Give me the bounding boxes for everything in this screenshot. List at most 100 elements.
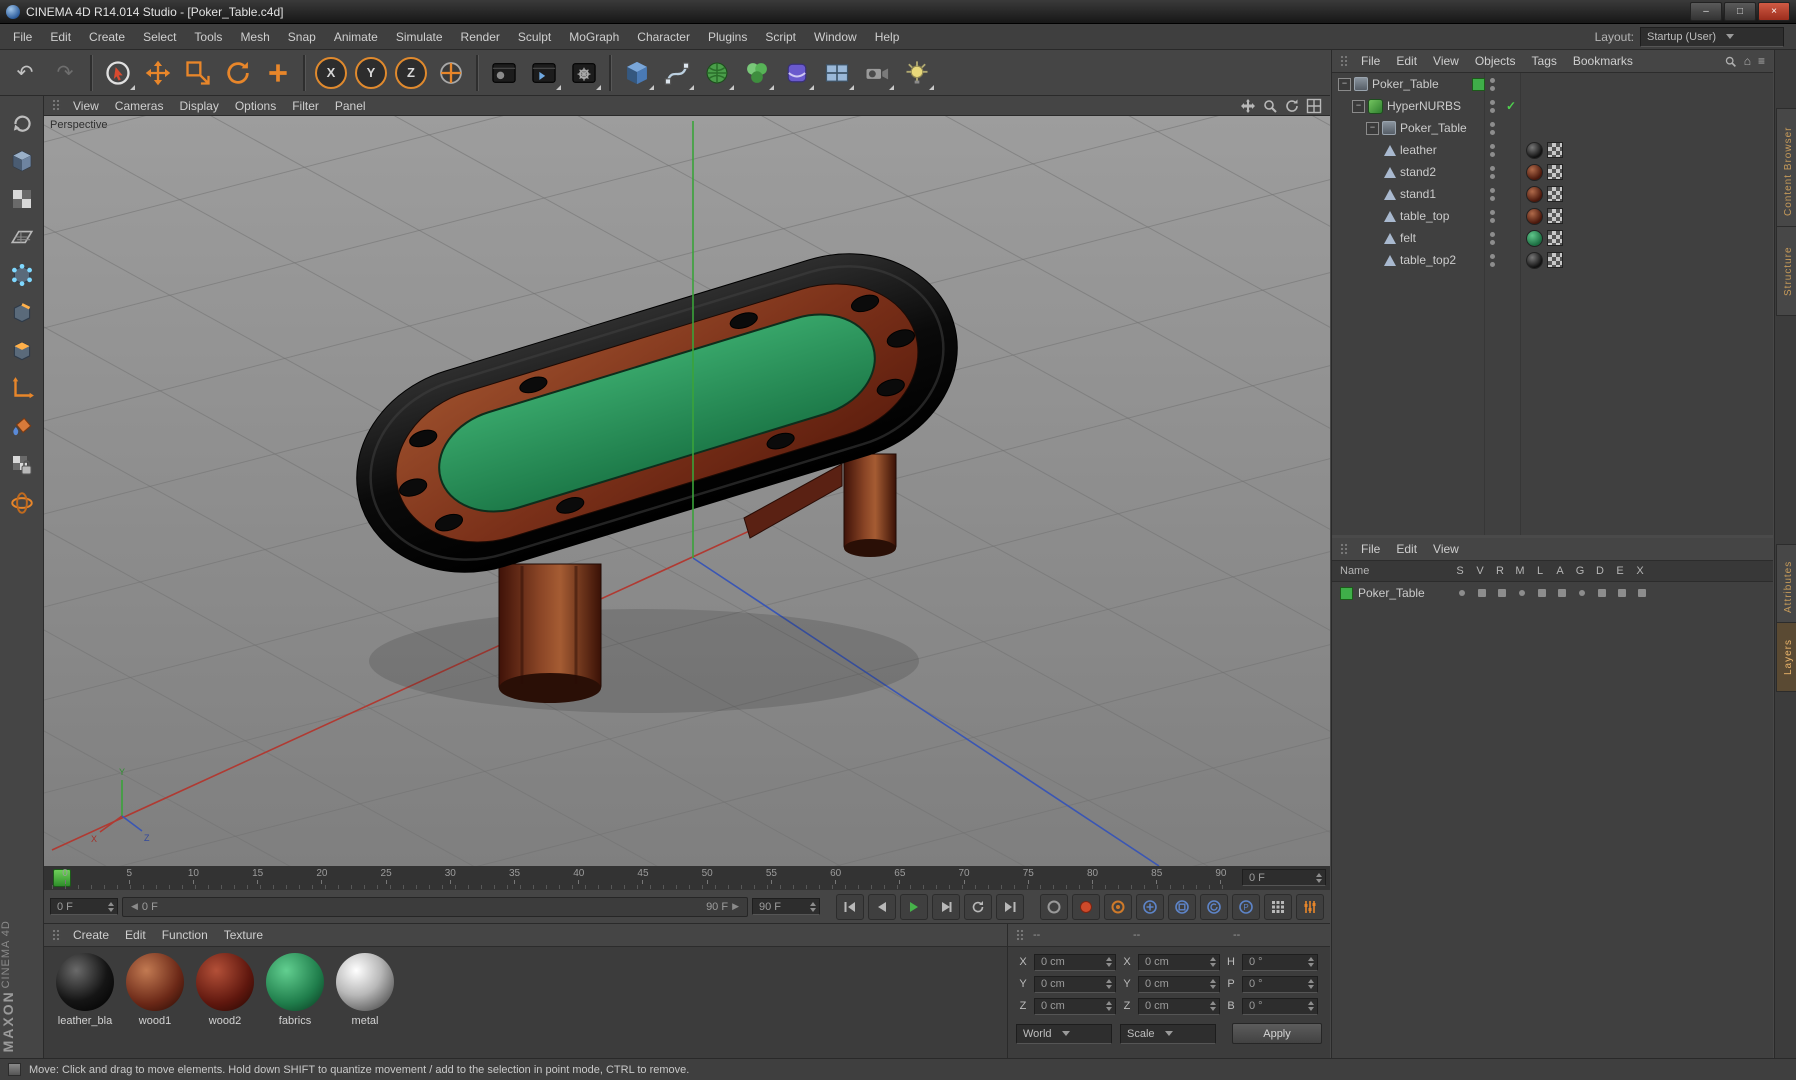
object-tree-row[interactable]: stand1 <box>1332 183 1773 205</box>
panel-grip[interactable] <box>1340 542 1349 556</box>
menu-edit[interactable]: Edit <box>41 26 80 48</box>
zoom-view-icon[interactable] <box>1262 98 1278 114</box>
rot-p-field[interactable]: 0 ° <box>1242 975 1318 993</box>
menu-mesh[interactable]: Mesh <box>231 26 278 48</box>
range-right-arrow[interactable]: ▶ <box>728 901 743 912</box>
menu-simulate[interactable]: Simulate <box>387 26 452 48</box>
visibility-dots[interactable] <box>1490 99 1495 113</box>
paint-tool-button[interactable] <box>4 409 40 445</box>
menu-script[interactable]: Script <box>756 26 805 48</box>
range-left-arrow[interactable]: ◀ <box>127 901 142 912</box>
points-mode-button[interactable] <box>4 257 40 293</box>
viewport[interactable]: Y X Z Perspective <box>44 116 1330 867</box>
object-tree-row[interactable]: table_top <box>1332 205 1773 227</box>
live-selection-tool[interactable] <box>99 54 137 92</box>
visibility-dots[interactable] <box>1490 121 1495 135</box>
autokey-button[interactable] <box>1040 893 1068 920</box>
vp-menu-panel[interactable]: Panel <box>327 97 374 115</box>
menu-sculpt[interactable]: Sculpt <box>509 26 560 48</box>
visibility-dots[interactable] <box>1490 187 1495 201</box>
menu-snap[interactable]: Snap <box>279 26 325 48</box>
lm-menu-file[interactable]: File <box>1353 540 1388 558</box>
goto-start-button[interactable] <box>836 893 864 920</box>
menu-plugins[interactable]: Plugins <box>699 26 756 48</box>
panel-grip[interactable] <box>1340 54 1349 68</box>
rot-h-field[interactable]: 0 ° <box>1242 953 1318 971</box>
keyframe-selection-button[interactable] <box>1264 893 1292 920</box>
menu-character[interactable]: Character <box>628 26 699 48</box>
max-frame-field[interactable]: 90 F <box>752 898 820 915</box>
key-rotation-toggle[interactable] <box>1200 893 1228 920</box>
layer-toggle-icon[interactable] <box>1592 589 1612 597</box>
column-a[interactable]: A <box>1550 565 1570 577</box>
material-tag[interactable] <box>1526 207 1543 225</box>
menu-tools[interactable]: Tools <box>185 26 231 48</box>
stepper-arrows[interactable] <box>105 901 117 912</box>
size-header[interactable]: -- <box>1129 929 1229 941</box>
lock-y-axis-button[interactable]: Y <box>352 54 390 92</box>
panel-menu-icon[interactable]: ≡ <box>1758 54 1765 68</box>
object-tree-row[interactable]: − Poker_Table <box>1332 117 1773 139</box>
last-used-tool[interactable] <box>259 54 297 92</box>
menu-help[interactable]: Help <box>866 26 909 48</box>
object-tree-row[interactable]: felt <box>1332 227 1773 249</box>
home-icon[interactable]: ⌂ <box>1744 54 1751 68</box>
column-l[interactable]: L <box>1530 565 1550 577</box>
model-mode-button[interactable] <box>4 143 40 179</box>
material-swatch[interactable]: wood2 <box>192 953 258 1027</box>
polygons-mode-button[interactable] <box>4 333 40 369</box>
render-view-button[interactable] <box>485 54 523 92</box>
add-camera-object-button[interactable] <box>858 54 896 92</box>
panel-grip[interactable] <box>1016 928 1025 942</box>
panel-grip[interactable] <box>52 99 61 112</box>
material-swatch[interactable]: leather_bla <box>52 953 118 1027</box>
tab-structure[interactable]: Structure <box>1776 226 1796 316</box>
pan-view-icon[interactable] <box>1240 98 1256 114</box>
menu-create[interactable]: Create <box>80 26 134 48</box>
rotate-view-icon[interactable] <box>1284 98 1300 114</box>
visibility-dots[interactable] <box>1490 143 1495 157</box>
texture-tag-icon[interactable] <box>1547 164 1563 180</box>
om-menu-bookmarks[interactable]: Bookmarks <box>1565 52 1641 70</box>
layer-toggle-icon[interactable] <box>1552 589 1572 597</box>
material-tag[interactable] <box>1526 251 1543 269</box>
lock-x-axis-button[interactable]: X <box>312 54 350 92</box>
column-r[interactable]: R <box>1490 565 1510 577</box>
object-tree-row[interactable]: table_top2 <box>1332 249 1773 271</box>
vp-menu-view[interactable]: View <box>65 97 107 115</box>
mat-menu-function[interactable]: Function <box>154 926 216 944</box>
material-swatch[interactable]: fabrics <box>262 953 328 1027</box>
undo-button[interactable]: ↶ <box>6 54 44 92</box>
expand-toggle[interactable]: − <box>1338 77 1351 91</box>
vp-menu-filter[interactable]: Filter <box>284 97 327 115</box>
coordinate-space-dropdown[interactable]: World <box>1016 1023 1112 1044</box>
layer-color-chip[interactable] <box>1340 586 1353 600</box>
menu-select[interactable]: Select <box>134 26 185 48</box>
key-parameter-toggle[interactable]: P <box>1232 893 1260 920</box>
lock-z-axis-button[interactable]: Z <box>392 54 430 92</box>
add-floor-object-button[interactable] <box>818 54 856 92</box>
size-x-field[interactable]: 0 cm <box>1138 953 1220 971</box>
om-menu-edit[interactable]: Edit <box>1388 52 1425 70</box>
expand-toggle[interactable]: − <box>1366 121 1379 135</box>
layer-toggle-icon[interactable] <box>1572 590 1592 596</box>
add-light-object-button[interactable] <box>898 54 936 92</box>
enabled-check-icon[interactable]: ✓ <box>1506 99 1516 113</box>
material-tag[interactable] <box>1526 185 1543 203</box>
vp-menu-options[interactable]: Options <box>227 97 284 115</box>
texture-mode-button[interactable] <box>4 181 40 217</box>
minimize-button[interactable]: – <box>1690 2 1722 21</box>
vp-menu-display[interactable]: Display <box>171 97 226 115</box>
texture-tag-icon[interactable] <box>1547 208 1563 224</box>
close-button[interactable]: × <box>1758 2 1790 21</box>
toggle-views-icon[interactable] <box>1306 98 1322 114</box>
size-y-field[interactable]: 0 cm <box>1138 975 1220 993</box>
texture-tag-icon[interactable] <box>1547 186 1563 202</box>
texture-tag-icon[interactable] <box>1547 252 1563 268</box>
timeline-ruler[interactable]: 0 5 10 15 20 25 30 35 40 45 50 55 60 65 … <box>44 866 1330 891</box>
lm-menu-view[interactable]: View <box>1425 540 1467 558</box>
add-spline-pen-button[interactable] <box>658 54 696 92</box>
size-z-field[interactable]: 0 cm <box>1138 997 1220 1015</box>
om-menu-file[interactable]: File <box>1353 52 1388 70</box>
mat-menu-texture[interactable]: Texture <box>216 926 271 944</box>
